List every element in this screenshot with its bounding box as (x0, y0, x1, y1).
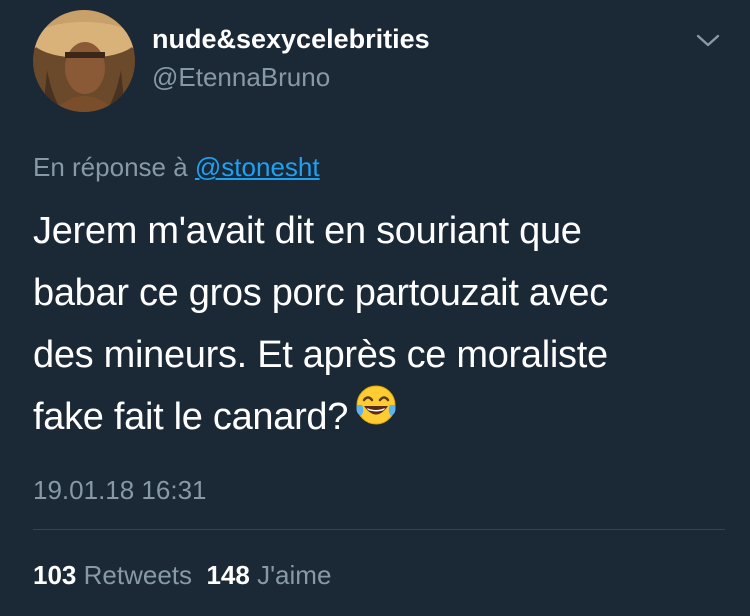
likes-count: 148 (206, 560, 250, 590)
avatar[interactable] (33, 10, 135, 112)
tweet-line: des mineurs. Et après ce moraliste (33, 334, 608, 376)
likes-label: J'aime (257, 560, 332, 590)
divider (33, 529, 725, 530)
face-with-tears-of-joy-icon (354, 383, 398, 446)
avatar-image (33, 10, 135, 112)
user-handle[interactable]: @EtennaBruno (152, 62, 330, 93)
retweets-count: 103 (33, 560, 77, 590)
tweet-line-text: fake fait le canard? (33, 396, 349, 438)
tweet-timestamp: 19.01.18 16:31 (33, 475, 207, 505)
likes-stat[interactable]: 148 J'aime (206, 560, 331, 590)
chevron-down-icon[interactable] (694, 29, 722, 51)
tweet-stats: 103 Retweets 148 J'aime (33, 560, 331, 591)
retweets-label: Retweets (83, 560, 193, 590)
tweet-line: Jerem m'avait dit en souriant que (33, 210, 582, 252)
display-name[interactable]: nude&sexycelebrities (152, 24, 430, 55)
tweet-text: Jerem m'avait dit en souriant que babar … (33, 200, 723, 448)
tweet-line: babar ce gros porc partouzait avec (33, 272, 608, 314)
tweet-line-last: fake fait le canard? (33, 383, 723, 448)
reply-context: En réponse à @stonesht (33, 152, 320, 183)
retweets-stat[interactable]: 103 Retweets (33, 560, 192, 590)
reply-prefix: En réponse à (33, 152, 188, 182)
reply-mention-link[interactable]: @stonesht (195, 152, 320, 182)
